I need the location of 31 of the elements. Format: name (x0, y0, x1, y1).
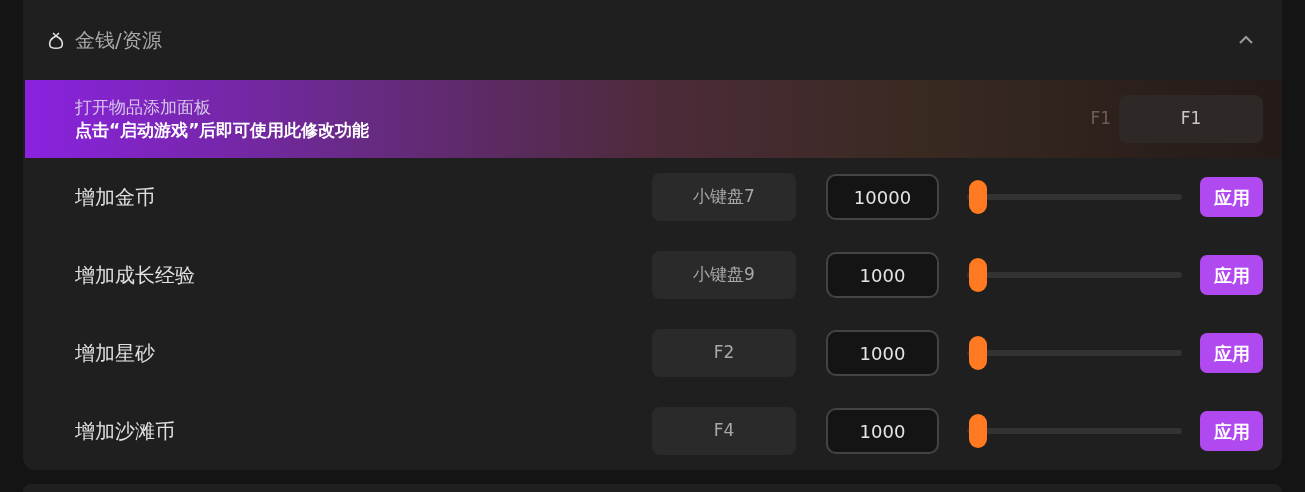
section-title: 金钱/资源 (75, 27, 162, 54)
amount-slider[interactable] (967, 336, 1182, 370)
row-label: 增加金币 (75, 184, 155, 211)
apply-button[interactable]: 应用 (1200, 333, 1263, 373)
chevron-up-icon (1238, 35, 1254, 45)
hotkey-button[interactable]: F2 (652, 329, 796, 377)
apply-button[interactable]: 应用 (1200, 177, 1263, 217)
banner-title: 打开物品添加面板 (75, 96, 212, 119)
apply-button[interactable]: 应用 (1200, 255, 1263, 295)
slider-thumb[interactable] (968, 258, 987, 292)
amount-slider[interactable] (967, 414, 1182, 448)
slider-thumb[interactable] (968, 180, 987, 214)
hotkey-button[interactable]: F4 (652, 407, 796, 455)
apply-button[interactable]: 应用 (1200, 411, 1263, 451)
slider-thumb[interactable] (968, 414, 987, 448)
hotkey-button[interactable]: F1 (1119, 95, 1263, 143)
banner-note: 点击“启动游戏”后即可使用此修改功能 (75, 119, 370, 142)
money-bag-icon (47, 30, 65, 50)
row-label: 增加星砂 (75, 340, 155, 367)
slider-thumb[interactable] (968, 336, 987, 370)
row-label: 增加沙滩币 (75, 418, 175, 445)
amount-input[interactable]: 1000 (826, 408, 939, 454)
amount-slider[interactable] (967, 258, 1182, 292)
amount-slider[interactable] (967, 180, 1182, 214)
row-label: 增加成长经验 (75, 262, 195, 289)
hotkey-button[interactable]: 小键盘9 (652, 251, 796, 299)
amount-input[interactable]: 1000 (826, 252, 939, 298)
amount-input[interactable]: 1000 (826, 330, 939, 376)
amount-input[interactable]: 10000 (826, 174, 939, 220)
ghost-key-label: F1 (1090, 107, 1111, 131)
hotkey-button[interactable]: 小键盘7 (652, 173, 796, 221)
